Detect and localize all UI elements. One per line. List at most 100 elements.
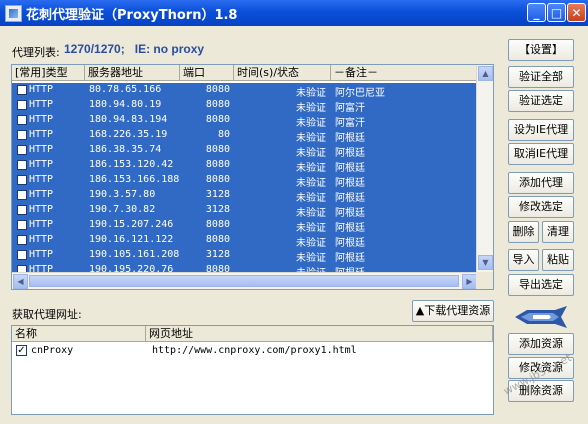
proxy-row[interactable]: HTTP 190.16.121.122 8080 未验证 阿根廷 xyxy=(12,233,478,249)
row-checkbox[interactable] xyxy=(17,250,27,260)
cell-status: 未验证 xyxy=(296,253,326,264)
proxy-count: 1270/1270; xyxy=(64,42,125,56)
cell-address: 186.153.166.188 xyxy=(89,174,180,185)
clear-button[interactable]: 清理 xyxy=(542,221,574,243)
column-header-note[interactable]: －备注－ xyxy=(331,65,478,81)
title-bar[interactable]: 花刺代理验证（ProxyThorn）1.8 _ □ ✕ xyxy=(0,0,588,26)
delete-button[interactable]: 删除 xyxy=(508,221,539,243)
cell-address: 190.16.121.122 xyxy=(89,234,174,245)
set-ie-proxy-button[interactable]: 设为IE代理 xyxy=(508,119,574,141)
cell-type: HTTP xyxy=(29,204,54,215)
cell-status: 未验证 xyxy=(296,118,326,129)
cell-note: 阿根廷 xyxy=(335,193,365,204)
cell-port: 8080 xyxy=(205,219,230,230)
scroll-right-arrow-icon[interactable]: ▶ xyxy=(462,274,477,289)
row-checkbox[interactable] xyxy=(17,115,27,125)
vertical-scrollbar[interactable]: ▲ ▼ xyxy=(476,65,493,272)
source-list[interactable]: 名称 网页地址 ✓ cnProxy http://www.cnproxy.com… xyxy=(11,325,494,415)
cell-address: 180.94.83.194 xyxy=(89,114,168,125)
proxy-row[interactable]: HTTP 186.38.35.74 8080 未验证 阿根廷 xyxy=(12,143,478,159)
cancel-ie-proxy-button[interactable]: 取消IE代理 xyxy=(508,143,574,165)
row-checkbox[interactable] xyxy=(17,160,27,170)
verify-selected-button[interactable]: 验证选定 xyxy=(508,90,574,112)
cell-type: HTTP xyxy=(29,189,54,200)
proxy-row[interactable]: HTTP 80.78.65.166 8080 未验证 阿尔巴尼亚 xyxy=(12,83,478,99)
proxy-row[interactable]: HTTP 190.3.57.80 3128 未验证 阿根廷 xyxy=(12,188,478,204)
cell-address: 80.78.65.166 xyxy=(89,84,162,95)
proxy-row[interactable]: HTTP 180.94.83.194 8080 未验证 阿富汗 xyxy=(12,113,478,129)
proxy-list[interactable]: [常用]类型 服务器地址 端口 时间(s)/状态 －备注－ HTTP 80.78.… xyxy=(11,64,494,290)
column-header-port[interactable]: 端口 xyxy=(180,65,234,81)
column-header-address[interactable]: 服务器地址 xyxy=(85,65,180,81)
cell-status: 未验证 xyxy=(296,223,326,234)
proxy-row[interactable]: HTTP 190.105.161.208 3128 未验证 阿根廷 xyxy=(12,248,478,264)
proxy-row[interactable]: HTTP 180.94.80.19 8080 未验证 阿富汗 xyxy=(12,98,478,114)
ie-proxy-status: IE: no proxy xyxy=(134,42,205,56)
proxy-row[interactable]: HTTP 190.15.207.246 8080 未验证 阿根廷 xyxy=(12,218,478,234)
cell-port: 80 xyxy=(217,129,230,140)
download-proxy-source-button[interactable]: ▲下载代理资源 xyxy=(412,300,494,322)
proxy-list-label: 代理列表: xyxy=(12,46,60,59)
cell-note: 阿根廷 xyxy=(335,208,365,219)
cell-note: 阿根廷 xyxy=(335,253,365,264)
cell-note: 阿根廷 xyxy=(335,223,365,234)
window-title: 花刺代理验证（ProxyThorn）1.8 xyxy=(26,8,238,23)
proxy-row[interactable]: HTTP 186.153.166.188 8080 未验证 阿根廷 xyxy=(12,173,478,189)
paste-button[interactable]: 粘贴 xyxy=(542,249,574,271)
row-checkbox[interactable] xyxy=(17,205,27,215)
import-button[interactable]: 导入 xyxy=(508,249,539,271)
row-checkbox[interactable] xyxy=(17,190,27,200)
cell-note: 阿富汗 xyxy=(335,103,365,114)
row-checkbox[interactable] xyxy=(17,235,27,245)
settings-button[interactable]: 【设置】 xyxy=(508,39,574,61)
proxy-count-info: 1270/1270; IE: no proxy xyxy=(64,42,204,56)
edit-selected-button[interactable]: 修改选定 xyxy=(508,196,574,218)
cell-address: 190.105.161.208 xyxy=(89,249,180,260)
scroll-up-arrow-icon[interactable]: ▲ xyxy=(478,66,493,81)
cell-status: 未验证 xyxy=(296,178,326,189)
cell-status: 未验证 xyxy=(296,103,326,114)
cell-note: 阿根廷 xyxy=(335,163,365,174)
close-button[interactable]: ✕ xyxy=(567,3,586,22)
cell-type: HTTP xyxy=(29,129,54,140)
cell-status: 未验证 xyxy=(296,133,326,144)
source-url-label: 获取代理网址: xyxy=(12,308,82,321)
row-checkbox[interactable] xyxy=(17,85,27,95)
row-checkbox[interactable] xyxy=(17,130,27,140)
source-row[interactable]: ✓ cnProxy http://www.cnproxy.com/proxy1.… xyxy=(12,344,493,359)
column-header-name[interactable]: 名称 xyxy=(12,326,146,342)
scroll-left-arrow-icon[interactable]: ◀ xyxy=(13,274,28,289)
row-checkbox[interactable] xyxy=(17,100,27,110)
cell-note: 阿富汗 xyxy=(335,118,365,129)
cell-port: 8080 xyxy=(205,99,230,110)
row-checkbox[interactable] xyxy=(17,175,27,185)
add-proxy-button[interactable]: 添加代理 xyxy=(508,172,574,194)
proxy-row[interactable]: HTTP 190.7.30.82 3128 未验证 阿根廷 xyxy=(12,203,478,219)
proxythorn-logo xyxy=(515,306,567,328)
source-checkbox[interactable]: ✓ xyxy=(16,345,27,356)
proxy-row[interactable]: HTTP 168.226.35.19 80 未验证 阿根廷 xyxy=(12,128,478,144)
export-selected-button[interactable]: 导出选定 xyxy=(508,274,574,296)
cell-note: 阿根廷 xyxy=(335,238,365,249)
minimize-button[interactable]: _ xyxy=(527,3,546,22)
cell-address: 190.7.30.82 xyxy=(89,204,156,215)
cell-type: HTTP xyxy=(29,174,54,185)
row-checkbox[interactable] xyxy=(17,145,27,155)
column-header-url[interactable]: 网页地址 xyxy=(146,326,493,342)
maximize-button[interactable]: □ xyxy=(547,3,566,22)
cell-type: HTTP xyxy=(29,84,54,95)
column-header-status[interactable]: 时间(s)/状态 xyxy=(234,65,331,81)
cell-port: 8080 xyxy=(205,174,230,185)
source-name: cnProxy xyxy=(31,345,74,356)
cell-port: 3128 xyxy=(205,249,230,260)
cell-type: HTTP xyxy=(29,114,54,125)
cell-type: HTTP xyxy=(29,234,54,245)
row-checkbox[interactable] xyxy=(17,220,27,230)
scroll-down-arrow-icon[interactable]: ▼ xyxy=(478,255,493,270)
verify-all-button[interactable]: 验证全部 xyxy=(508,66,574,88)
cell-port: 8080 xyxy=(205,84,230,95)
horizontal-scroll-thumb[interactable] xyxy=(29,275,459,287)
column-header-type[interactable]: [常用]类型 xyxy=(12,65,85,81)
proxy-row[interactable]: HTTP 186.153.120.42 8080 未验证 阿根廷 xyxy=(12,158,478,174)
horizontal-scrollbar[interactable]: ◀ ▶ xyxy=(12,272,478,289)
